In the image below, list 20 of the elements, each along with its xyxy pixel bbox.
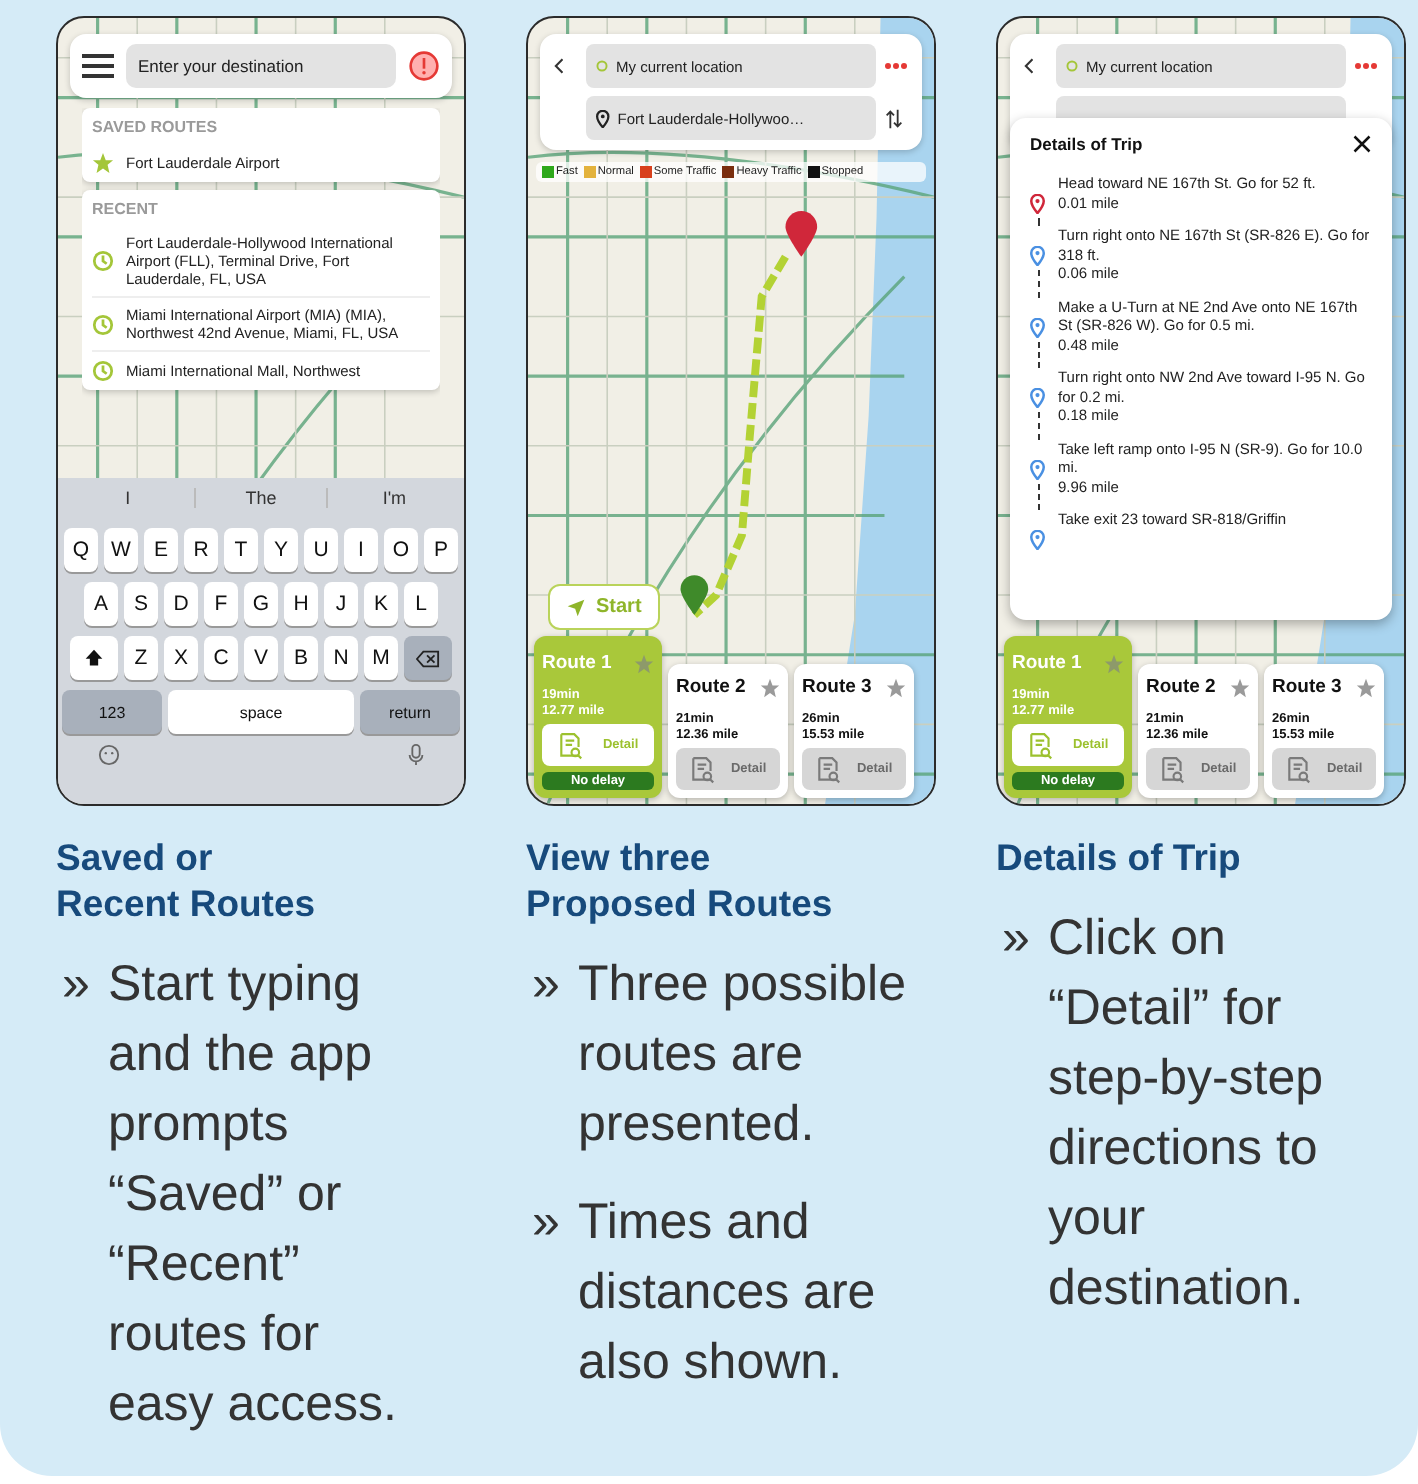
bullet-text: Start typing and the app prompts “Saved” or “Recent” routes for easy access. [108,954,400,1436]
route-name: Route 2 [676,676,746,698]
route-name: Route 1 [1012,652,1082,674]
section-title: RECENT [92,198,160,222]
route-name: Route 3 [1272,676,1342,698]
bullet-text: Three possible routes are presented. [578,954,908,1156]
section-title: SAVED ROUTES [92,116,220,140]
section-heading: Details of Trip [996,834,1243,880]
section-heading: Saved or Recent Routes [56,834,318,926]
bullet-text: Click on “Detail” for step-by-step directions to your destination. [1048,908,1326,1320]
bullet-text: Times and distances are also shown. [578,1192,878,1394]
bullet-marker: » [530,1192,562,1254]
bullet-marker: » [530,954,562,1016]
route-name: Route 3 [802,676,872,698]
section-heading: View three Proposed Routes [526,834,835,926]
dialog-title: Details of Trip [1030,134,1143,154]
route-name: Route 1 [542,652,612,674]
route-name: Route 2 [1146,676,1216,698]
bullet-marker: » [60,954,92,1016]
bullet-marker: » [1000,908,1032,970]
